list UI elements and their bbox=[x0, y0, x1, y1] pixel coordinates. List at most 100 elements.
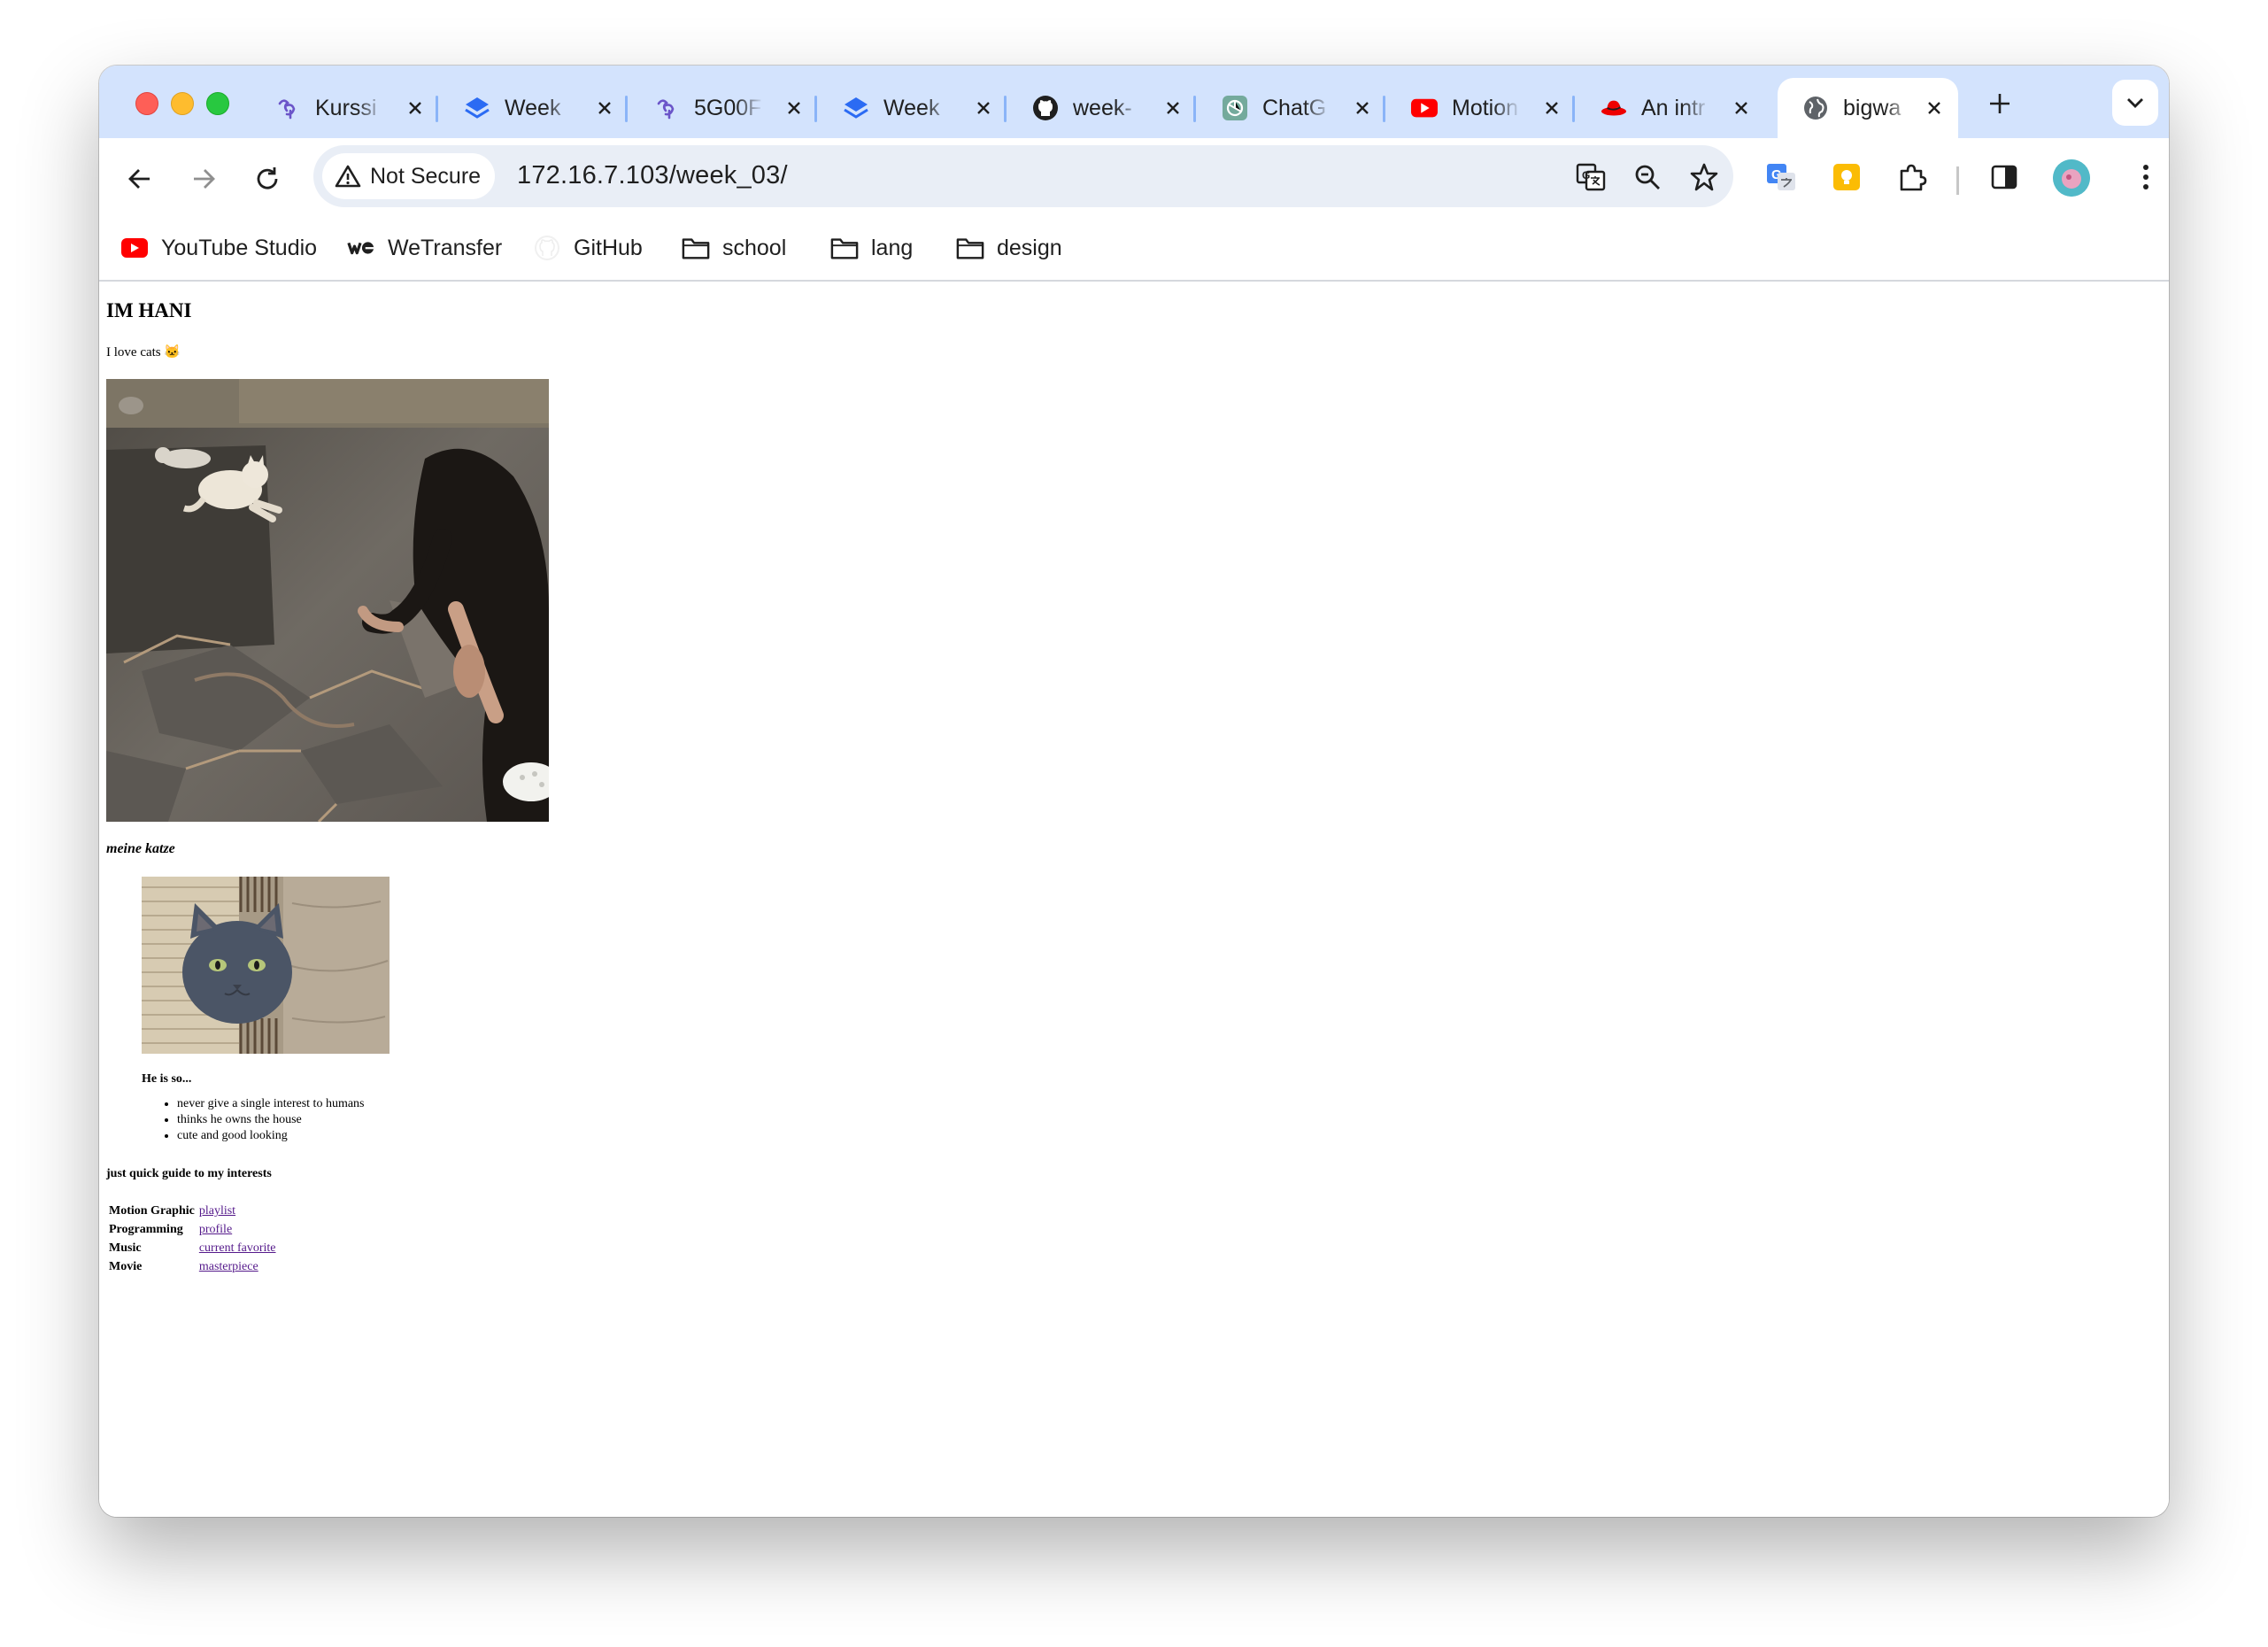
bookmark-label: WeTransfer bbox=[388, 235, 503, 260]
close-icon[interactable] bbox=[783, 97, 806, 120]
reload-button[interactable] bbox=[248, 159, 287, 198]
bookmark-folder-design[interactable]: design bbox=[956, 230, 1062, 266]
tab-title: bigwa bbox=[1843, 95, 1902, 120]
security-chip[interactable]: Not Secure bbox=[322, 153, 496, 199]
page-heading: IM HANI bbox=[106, 299, 192, 321]
bookmark-label: school bbox=[722, 235, 787, 260]
zoom-icon[interactable] bbox=[1631, 160, 1664, 194]
tab-title: Week bbox=[505, 95, 561, 120]
tab-chatgpt[interactable]: ChatG bbox=[1197, 78, 1386, 138]
bookmark-folder-lang[interactable]: lang bbox=[830, 230, 913, 266]
tab-week-2[interactable]: Week bbox=[818, 78, 1007, 138]
list-item: cute and good looking bbox=[177, 1128, 365, 1144]
list-item: thinks he owns the house bbox=[177, 1112, 365, 1128]
keep-extension-icon[interactable] bbox=[1827, 158, 1866, 197]
tab-title: Motion bbox=[1452, 95, 1519, 120]
interest-label: Programming bbox=[109, 1223, 183, 1236]
google-translate-extension-icon[interactable]: G bbox=[1762, 158, 1801, 197]
warning-icon bbox=[335, 165, 361, 188]
masterpiece-link[interactable]: masterpiece bbox=[199, 1260, 258, 1273]
address-bar[interactable]: Not Secure 172.16.7.103/week_03/ G bbox=[313, 145, 1733, 207]
tab-github-week[interactable]: week- bbox=[1007, 78, 1197, 138]
folder-icon bbox=[682, 234, 710, 262]
globe-icon bbox=[1802, 95, 1829, 121]
list-item: never give a single interest to humans bbox=[177, 1096, 365, 1112]
table-row: Motion Graphic playlist bbox=[106, 1202, 278, 1221]
photo-caption: He is so... bbox=[142, 1072, 192, 1086]
bookmark-folder-school[interactable]: school bbox=[682, 230, 786, 266]
puzzle-icon[interactable] bbox=[1893, 158, 1932, 197]
redhat-icon bbox=[1601, 95, 1627, 121]
bookmark-label: YouTube Studio bbox=[161, 235, 318, 260]
close-icon[interactable] bbox=[1540, 97, 1563, 120]
back-button[interactable] bbox=[120, 159, 159, 198]
youtube-icon bbox=[1411, 95, 1438, 121]
tab-kurssi[interactable]: Kurssi bbox=[250, 78, 439, 138]
more-vert-icon bbox=[2143, 165, 2148, 189]
tab-title: ChatG bbox=[1262, 95, 1327, 120]
tab-week[interactable]: Week bbox=[439, 78, 629, 138]
close-icon[interactable] bbox=[1161, 97, 1184, 120]
tab-title: 5G00F bbox=[694, 95, 762, 120]
tab-separator bbox=[1572, 96, 1575, 122]
tab-separator bbox=[436, 96, 438, 122]
tab-youtube-motion[interactable]: Motion bbox=[1386, 78, 1576, 138]
menu-button[interactable] bbox=[2126, 158, 2165, 197]
tab-separator bbox=[625, 96, 628, 122]
svg-text:G: G bbox=[1582, 169, 1590, 182]
tab-strip: Kurssi Week 5G00F Week week- ChatG Motio… bbox=[99, 66, 2169, 138]
reload-icon bbox=[257, 167, 278, 189]
tab-title: Week bbox=[883, 95, 940, 120]
tab-separator bbox=[1383, 96, 1385, 122]
traits-list: never give a single interest to humans t… bbox=[142, 1096, 365, 1144]
maximize-window-button[interactable] bbox=[206, 92, 229, 115]
playlist-link[interactable]: playlist bbox=[199, 1204, 235, 1218]
toolbar-separator bbox=[1956, 166, 1959, 195]
close-icon[interactable] bbox=[1351, 97, 1374, 120]
girl-with-cats-photo bbox=[106, 379, 549, 822]
bookmark-wetransfer[interactable]: WeTransfer bbox=[347, 230, 502, 266]
tab-separator bbox=[1193, 96, 1196, 122]
tab-5g00f[interactable]: 5G00F bbox=[629, 78, 818, 138]
layers-icon bbox=[843, 95, 869, 121]
new-tab-button[interactable] bbox=[1985, 89, 2015, 119]
interest-label: Movie bbox=[109, 1260, 143, 1273]
close-icon[interactable] bbox=[404, 97, 427, 120]
table-row: Programming profile bbox=[106, 1221, 278, 1240]
side-panel-icon[interactable] bbox=[1985, 158, 2024, 197]
sisu-icon bbox=[653, 95, 680, 121]
github-icon bbox=[1032, 95, 1059, 121]
arrow-left-icon bbox=[128, 169, 150, 189]
translate-icon[interactable]: G bbox=[1574, 160, 1608, 194]
folder-icon bbox=[830, 234, 859, 262]
current-favorite-link[interactable]: current favorite bbox=[199, 1241, 276, 1255]
close-icon[interactable] bbox=[593, 97, 616, 120]
close-icon[interactable] bbox=[1923, 97, 1946, 120]
avatar[interactable] bbox=[2053, 159, 2090, 197]
security-label: Not Secure bbox=[370, 163, 482, 189]
close-window-button[interactable] bbox=[135, 92, 158, 115]
tab-bigwa-active[interactable]: bigwa bbox=[1778, 78, 1958, 138]
plus-icon bbox=[1990, 94, 2010, 113]
github-icon bbox=[533, 234, 561, 262]
close-icon[interactable] bbox=[1730, 97, 1753, 120]
url-text[interactable]: 172.16.7.103/week_03/ bbox=[517, 161, 788, 190]
minimize-window-button[interactable] bbox=[171, 92, 194, 115]
profile-link[interactable]: profile bbox=[199, 1223, 232, 1236]
interests-table: Motion Graphic playlist Programming prof… bbox=[106, 1202, 278, 1277]
tab-search-button[interactable] bbox=[2112, 80, 2158, 126]
sisu-icon bbox=[274, 95, 301, 121]
youtube-studio-icon bbox=[120, 234, 149, 262]
forward-button[interactable] bbox=[184, 159, 223, 198]
bookmark-youtube-studio[interactable]: YouTube Studio bbox=[120, 230, 317, 266]
folder-icon bbox=[956, 234, 984, 262]
bookmark-github[interactable]: GitHub bbox=[533, 230, 643, 266]
tab-redhat[interactable]: An intr bbox=[1576, 78, 1765, 138]
close-icon[interactable] bbox=[972, 97, 995, 120]
arrow-right-icon bbox=[194, 169, 215, 189]
toolbar: Not Secure 172.16.7.103/week_03/ G G bbox=[99, 138, 2169, 218]
bookmark-star-icon[interactable] bbox=[1687, 160, 1721, 194]
browser-window: Kurssi Week 5G00F Week week- ChatG Motio… bbox=[99, 66, 2169, 1517]
interest-label: Motion Graphic bbox=[109, 1204, 195, 1218]
photo-caption: meine katze bbox=[106, 841, 175, 856]
